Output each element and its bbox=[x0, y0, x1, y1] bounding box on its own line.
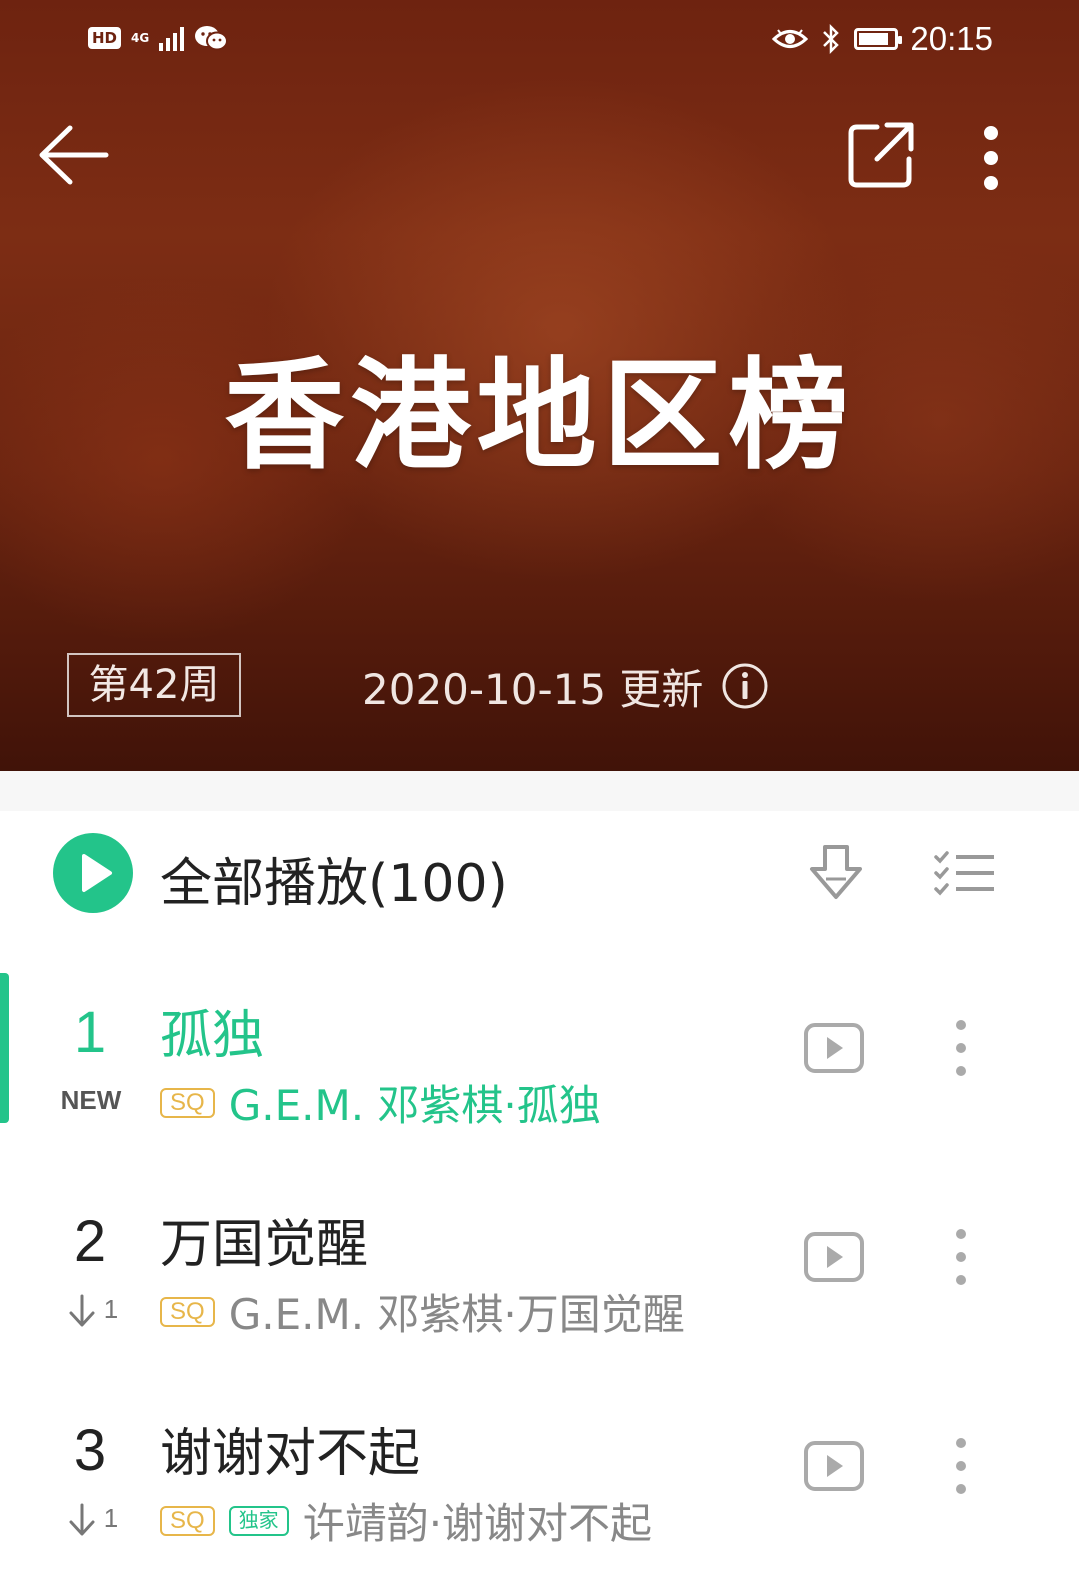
song-rank: 2 bbox=[73, 1209, 107, 1274]
divider bbox=[0, 771, 1079, 811]
song-title[interactable]: 孤独 bbox=[160, 993, 264, 1068]
download-icon[interactable] bbox=[808, 843, 864, 903]
multi-select-icon[interactable] bbox=[932, 849, 996, 897]
network-type: 4G bbox=[131, 31, 150, 45]
status-left: HD 4G bbox=[88, 24, 229, 52]
sq-tag: SQ bbox=[160, 1505, 215, 1536]
status-bar: HD 4G 20:15 bbox=[0, 20, 1079, 64]
battery-fill bbox=[859, 33, 889, 45]
status-right: 20:15 bbox=[772, 20, 993, 58]
video-play-icon[interactable] bbox=[803, 1022, 865, 1074]
battery-icon bbox=[854, 28, 903, 50]
play-all-row[interactable]: 全部播放(100) bbox=[0, 811, 1079, 931]
song-artist[interactable]: G.E.M. 邓紫棋·孤独 bbox=[229, 1072, 601, 1133]
signal-icon bbox=[159, 25, 185, 51]
rank-trend: 1 bbox=[103, 1503, 119, 1533]
chart-title: 香港地区榜 bbox=[224, 347, 855, 486]
song-artist[interactable]: 许靖韵·谢谢对不起 bbox=[303, 1490, 652, 1551]
song-meta: SQ G.E.M. 邓紫棋·万国觉醒 bbox=[160, 1281, 685, 1342]
sq-tag: SQ bbox=[160, 1296, 215, 1327]
more-vertical-icon[interactable] bbox=[952, 1228, 970, 1286]
song-row-3[interactable]: 3 1 谢谢对不起 SQ 独家 许靖韵·谢谢对不起 bbox=[0, 1391, 1079, 1571]
more-vertical-icon[interactable] bbox=[952, 1437, 970, 1495]
eye-icon bbox=[772, 29, 809, 48]
song-rank: 3 bbox=[73, 1418, 107, 1483]
exclusive-tag: 独家 bbox=[228, 1505, 289, 1536]
more-vertical-icon[interactable] bbox=[978, 125, 1004, 191]
update-date: 2020-10-15 更新 bbox=[362, 665, 704, 714]
now-playing-indicator bbox=[0, 973, 9, 1123]
chart-header: HD 4G 20:15 香港地区榜 第42周 2020-10-15 更新 bbox=[0, 0, 1079, 783]
hd-badge: HD bbox=[88, 27, 122, 49]
week-badge[interactable]: 第42周 bbox=[67, 653, 241, 717]
song-rank: 1 bbox=[73, 1000, 107, 1065]
song-meta: SQ 独家 许靖韵·谢谢对不起 bbox=[160, 1490, 652, 1551]
more-vertical-icon[interactable] bbox=[952, 1019, 970, 1077]
info-icon[interactable] bbox=[721, 662, 769, 710]
song-title[interactable]: 谢谢对不起 bbox=[160, 1411, 420, 1486]
video-play-icon[interactable] bbox=[803, 1440, 865, 1492]
clock: 20:15 bbox=[910, 20, 993, 57]
song-title[interactable]: 万国觉醒 bbox=[160, 1202, 368, 1277]
rank-trend: 1 bbox=[103, 1294, 119, 1324]
back-arrow-icon[interactable] bbox=[38, 122, 110, 188]
video-play-icon[interactable] bbox=[803, 1231, 865, 1283]
rank-trend: NEW bbox=[60, 1085, 122, 1115]
bluetooth-icon bbox=[823, 23, 840, 55]
play-all-button[interactable] bbox=[53, 833, 133, 913]
play-icon bbox=[82, 854, 112, 892]
song-meta: SQ G.E.M. 邓紫棋·孤独 bbox=[160, 1072, 601, 1133]
share-icon[interactable] bbox=[847, 121, 915, 189]
play-all-label[interactable]: 全部播放(100) bbox=[160, 841, 508, 916]
sq-tag: SQ bbox=[160, 1087, 215, 1118]
song-row-1[interactable]: 1 NEW 孤独 SQ G.E.M. 邓紫棋·孤独 bbox=[0, 973, 1079, 1153]
song-row-2[interactable]: 2 1 万国觉醒 SQ G.E.M. 邓紫棋·万国觉醒 bbox=[0, 1182, 1079, 1362]
song-artist[interactable]: G.E.M. 邓紫棋·万国觉醒 bbox=[229, 1281, 685, 1342]
wechat-icon bbox=[195, 26, 229, 51]
